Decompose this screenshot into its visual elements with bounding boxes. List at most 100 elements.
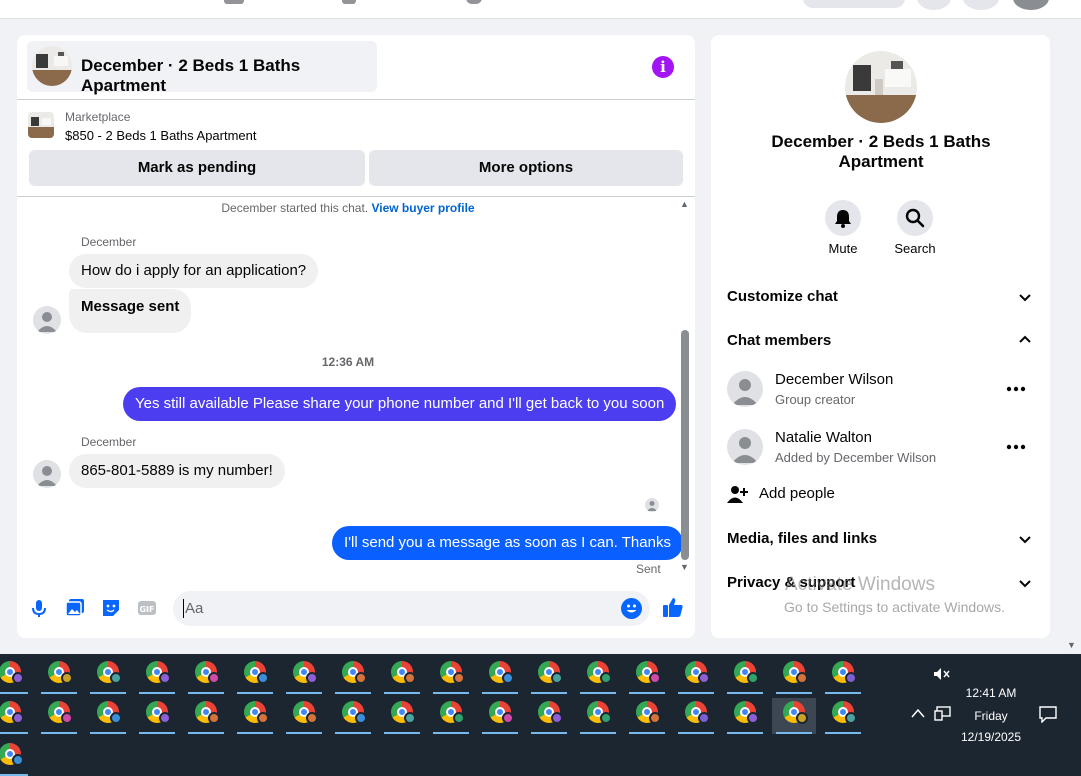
chevron-down-icon[interactable] (1018, 576, 1032, 590)
sticker-icon[interactable] (100, 597, 122, 619)
notifications-icon[interactable] (1039, 706, 1057, 723)
chrome-profile-icon[interactable] (429, 698, 473, 734)
chrome-profile-icon[interactable] (674, 658, 718, 694)
like-icon[interactable] (661, 595, 685, 619)
media-files-section[interactable]: Media, files and links (727, 530, 877, 547)
emoji-icon[interactable] (621, 598, 642, 619)
scroll-down-arrow[interactable]: ▼ (680, 562, 689, 572)
chrome-profile-icon[interactable] (331, 658, 375, 694)
chrome-profile-icon[interactable] (37, 698, 81, 734)
clock-day[interactable]: Friday (946, 709, 1036, 723)
chrome-profile-icon[interactable] (821, 658, 865, 694)
incoming-message[interactable]: 865-801-5889 is my number! (69, 454, 285, 488)
chat-header[interactable]: December · 2 Beds 1 Baths Apartment (27, 41, 377, 95)
chevron-up-icon[interactable] (1018, 333, 1032, 347)
chrome-profile-icon[interactable] (184, 698, 228, 734)
chrome-profile-icon[interactable] (135, 658, 179, 694)
message-input-placeholder: Aa (185, 600, 204, 617)
microphone-icon[interactable] (28, 597, 50, 619)
chevron-up-icon[interactable] (911, 708, 925, 718)
chrome-profile-icon[interactable] (723, 658, 767, 694)
member-name[interactable]: December Wilson (775, 371, 893, 388)
chrome-profile-icon[interactable] (576, 698, 620, 734)
chat-panel: December · 2 Beds 1 Baths Apartment i Ma… (17, 35, 695, 638)
scroll-up-arrow[interactable]: ▲ (680, 199, 689, 209)
nav-icon[interactable] (224, 0, 244, 4)
member-name[interactable]: Natalie Walton (775, 429, 872, 446)
chrome-profile-icon[interactable] (527, 658, 571, 694)
add-person-icon[interactable] (727, 485, 749, 503)
chrome-profile-icon[interactable] (674, 698, 718, 734)
member-role: Added by December Wilson (775, 450, 937, 465)
view-buyer-profile-link[interactable]: View buyer profile (371, 201, 474, 215)
chrome-profile-icon[interactable] (282, 698, 326, 734)
chrome-profile-icon[interactable] (37, 658, 81, 694)
chrome-profile-icon[interactable] (380, 658, 424, 694)
chrome-profile-icon[interactable] (821, 698, 865, 734)
clock-date[interactable]: 12/19/2025 (946, 730, 1036, 744)
more-options-icon[interactable] (1005, 385, 1027, 393)
chrome-profile-icon[interactable] (576, 658, 620, 694)
listing-divider (17, 196, 695, 197)
photo-icon[interactable] (64, 597, 86, 619)
chat-info-panel: December · 2 Beds 1 Baths Apartment Mute… (711, 35, 1050, 638)
customize-chat-section[interactable]: Customize chat (727, 288, 838, 305)
chrome-profile-icon[interactable] (772, 658, 816, 694)
add-people-button[interactable]: Add people (759, 485, 835, 502)
chrome-profile-icon[interactable] (772, 698, 816, 734)
network-icon[interactable] (934, 706, 952, 722)
member-avatar[interactable] (727, 429, 763, 465)
chevron-down-icon[interactable] (1018, 532, 1032, 546)
incoming-message[interactable]: How do i apply for an application? (69, 254, 319, 288)
outgoing-message[interactable]: I'll send you a message as soon as I can… (332, 526, 683, 560)
bell-icon (835, 210, 851, 228)
header-button[interactable] (803, 0, 905, 8)
chrome-profile-icon[interactable] (625, 698, 669, 734)
nav-icon[interactable] (466, 0, 482, 4)
more-options-button[interactable]: More options (369, 150, 683, 186)
mute-button[interactable] (825, 200, 861, 236)
chrome-profile-icon[interactable] (86, 698, 130, 734)
chrome-profile-icon[interactable] (0, 698, 32, 734)
message-input[interactable]: Aa (173, 591, 650, 626)
listing-title[interactable]: $850 - 2 Beds 1 Baths Apartment (65, 128, 257, 143)
chrome-profile-icon[interactable] (184, 658, 228, 694)
gif-icon[interactable]: GIF (136, 597, 158, 619)
chrome-profile-icon[interactable] (331, 698, 375, 734)
contact-avatar[interactable] (33, 306, 61, 334)
chrome-profile-icon[interactable] (233, 658, 277, 694)
chrome-profile-icon[interactable] (429, 658, 473, 694)
marketplace-thumbnail[interactable] (28, 112, 54, 138)
member-avatar[interactable] (727, 371, 763, 407)
chrome-profile-icon[interactable] (625, 658, 669, 694)
messenger-icon[interactable] (963, 0, 999, 10)
chrome-profile-icon[interactable] (723, 698, 767, 734)
chrome-profile-icon[interactable] (282, 658, 326, 694)
chrome-profile-icon[interactable] (478, 698, 522, 734)
search-button[interactable] (897, 200, 933, 236)
listing-avatar[interactable] (845, 51, 917, 123)
clock-time[interactable]: 12:41 AM (946, 686, 1036, 700)
chevron-down-icon[interactable] (1018, 290, 1032, 304)
scrollbar-thumb[interactable] (681, 330, 689, 560)
page-scroll-down-arrow[interactable]: ▼ (1067, 640, 1076, 650)
chrome-profile-icon[interactable] (527, 698, 571, 734)
info-icon[interactable]: i (652, 56, 674, 78)
contact-avatar[interactable] (33, 460, 61, 488)
chrome-profile-icon[interactable] (233, 698, 277, 734)
account-avatar[interactable] (1013, 0, 1049, 10)
more-options-icon[interactable] (1005, 443, 1027, 451)
chrome-profile-icon[interactable] (380, 698, 424, 734)
incoming-message[interactable]: Message sent (69, 289, 192, 333)
chrome-profile-icon[interactable] (0, 658, 32, 694)
speaker-muted-icon[interactable] (933, 667, 951, 681)
menu-icon[interactable] (917, 0, 951, 10)
outgoing-message[interactable]: Yes still available Please share your ph… (123, 387, 677, 421)
nav-icon[interactable] (342, 0, 356, 4)
chat-members-section[interactable]: Chat members (727, 332, 831, 349)
chrome-profile-icon[interactable] (478, 658, 522, 694)
chrome-profile-icon[interactable] (135, 698, 179, 734)
chrome-profile-icon[interactable] (0, 740, 32, 776)
mark-pending-button[interactable]: Mark as pending (29, 150, 365, 186)
chrome-profile-icon[interactable] (86, 658, 130, 694)
